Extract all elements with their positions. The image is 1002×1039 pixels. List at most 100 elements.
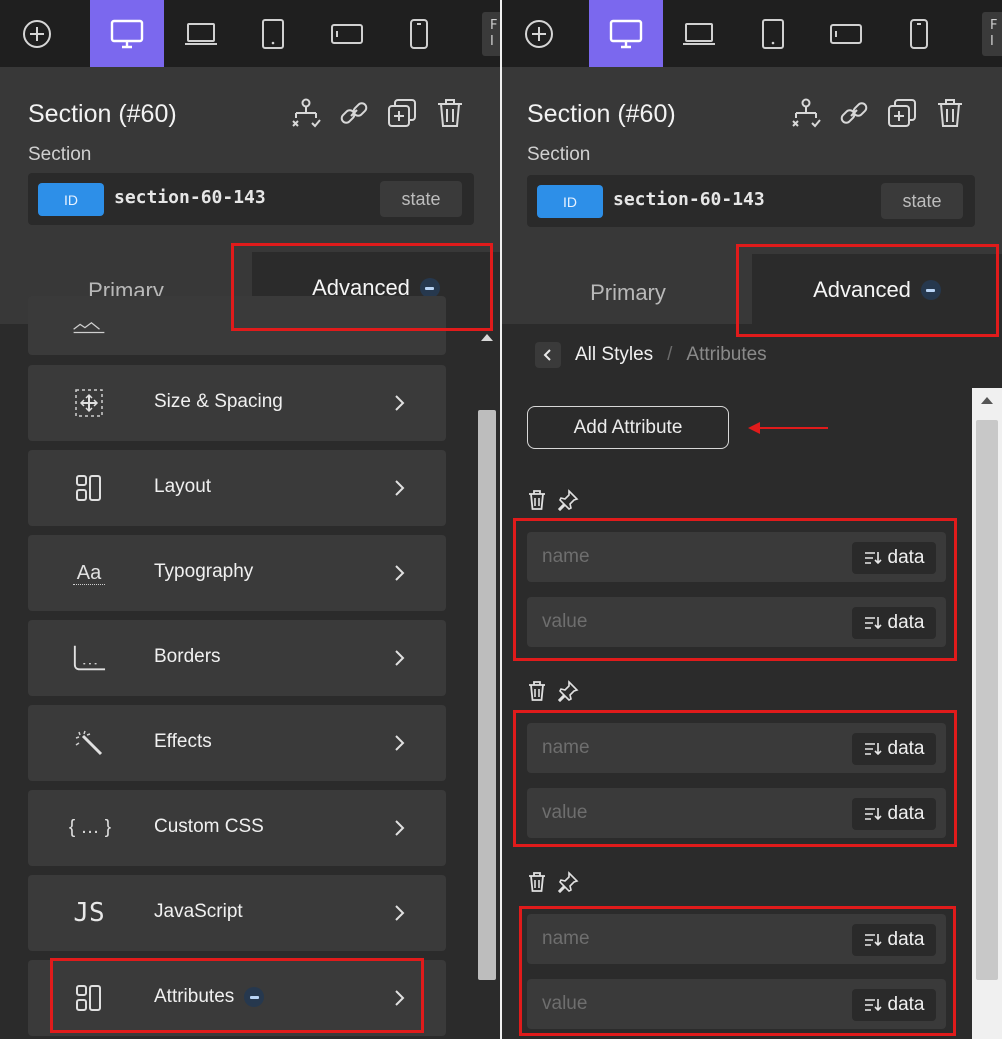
magic-wand-icon [72, 727, 106, 759]
structure-icon[interactable] [788, 95, 824, 131]
attribute-value-field[interactable]: value data [527, 597, 946, 647]
chevron-right-icon [394, 393, 406, 418]
link-icon[interactable] [836, 95, 872, 131]
scrollbar-thumb[interactable] [478, 410, 496, 980]
value-placeholder: value [542, 802, 588, 823]
add-element-button[interactable] [502, 0, 576, 67]
tab-advanced-label: Advanced [813, 277, 911, 302]
toolbar-overflow[interactable]: F I [482, 12, 500, 56]
plus-circle-icon [525, 19, 553, 48]
scroll-up-icon[interactable] [981, 397, 993, 404]
device-laptop-button[interactable] [662, 0, 736, 67]
dynamic-data-icon [864, 999, 882, 1012]
device-laptop-button[interactable] [164, 0, 238, 67]
device-tablet-landscape-button[interactable] [809, 0, 883, 67]
id-badge[interactable]: ID [537, 185, 603, 218]
pin-icon[interactable] [557, 489, 579, 511]
element-type: Section [28, 144, 92, 165]
modified-indicator [419, 278, 440, 298]
data-label: data [887, 994, 925, 1015]
typography-icon: Aa [72, 557, 106, 589]
scrollbar-thumb[interactable] [976, 420, 998, 980]
add-element-button[interactable] [0, 0, 74, 67]
add-attribute-button[interactable]: Add Attribute [527, 406, 729, 449]
element-header: Section (#60) Section ID section-60-143 … [0, 67, 500, 324]
scroll-up-icon[interactable] [481, 334, 493, 341]
list-item-borders[interactable]: Borders [28, 620, 446, 696]
laptop-icon [185, 22, 217, 45]
breadcrumb-all-styles[interactable]: All Styles [575, 344, 653, 366]
list-item-typography[interactable]: Aa Typography [28, 535, 446, 611]
trash-icon[interactable] [527, 489, 547, 511]
tab-advanced[interactable]: Advanced [752, 254, 1002, 326]
duplicate-icon[interactable] [384, 95, 420, 131]
dynamic-data-button[interactable]: data [852, 607, 936, 639]
structure-icon[interactable] [288, 95, 324, 131]
device-desktop-button[interactable] [90, 0, 164, 67]
trash-icon[interactable] [527, 680, 547, 702]
tab-primary[interactable]: Primary [502, 259, 754, 326]
dynamic-data-button[interactable]: data [852, 798, 936, 830]
desktop-icon [110, 19, 144, 48]
device-desktop-button[interactable] [589, 0, 663, 67]
breadcrumb-separator: / [667, 344, 673, 365]
list-item-custom-css[interactable]: { … } Custom CSS [28, 790, 446, 866]
layout-icon [72, 472, 106, 504]
dynamic-data-icon [864, 743, 882, 756]
dynamic-data-button[interactable]: data [852, 989, 936, 1021]
attribute-tools [527, 680, 579, 702]
dynamic-data-button[interactable]: data [852, 733, 936, 765]
device-tablet-button[interactable] [236, 0, 310, 67]
element-id-row: ID section-60-143 state [28, 173, 474, 225]
dynamic-data-icon [864, 617, 882, 630]
attribute-value-field[interactable]: value data [527, 788, 946, 838]
desktop-icon [609, 19, 643, 48]
attribute-name-field[interactable]: name data [527, 532, 946, 582]
back-button[interactable] [535, 342, 561, 368]
device-mobile-button[interactable] [882, 0, 956, 67]
list-item-label: JavaScript [154, 901, 243, 922]
list-item-effects[interactable]: Effects [28, 705, 446, 781]
device-mobile-button[interactable] [382, 0, 456, 67]
link-icon[interactable] [336, 95, 372, 131]
data-label: data [887, 612, 925, 633]
list-item-background[interactable] [28, 296, 446, 355]
element-id-value[interactable]: section-60-143 [613, 189, 765, 210]
trash-icon[interactable] [932, 95, 968, 131]
list-item-size-spacing[interactable]: Size & Spacing [28, 365, 446, 441]
dynamic-data-button[interactable]: data [852, 924, 936, 956]
tab-primary-label: Primary [590, 279, 666, 305]
pin-icon[interactable] [557, 871, 579, 893]
tablet-landscape-icon [830, 23, 862, 44]
device-tablet-landscape-button[interactable] [310, 0, 384, 67]
list-item-layout[interactable]: Layout [28, 450, 446, 526]
duplicate-icon[interactable] [884, 95, 920, 131]
tablet-landscape-icon [331, 23, 363, 44]
id-badge[interactable]: ID [38, 183, 104, 216]
device-tablet-button[interactable] [736, 0, 810, 67]
chevron-right-icon [394, 733, 406, 758]
element-type: Section [527, 144, 591, 165]
chevron-left-icon [543, 349, 551, 361]
attribute-name-field[interactable]: name data [527, 723, 946, 773]
trash-icon[interactable] [527, 871, 547, 893]
chevron-right-icon [394, 478, 406, 503]
state-button[interactable]: state [881, 183, 963, 219]
toolbar-overflow[interactable]: F I [982, 12, 1002, 56]
attribute-name-field[interactable]: name data [527, 914, 946, 964]
element-id-value[interactable]: section-60-143 [114, 187, 266, 208]
mobile-icon [910, 18, 928, 49]
state-button[interactable]: state [380, 181, 462, 217]
list-item-label: Custom CSS [154, 816, 264, 837]
list-item-attributes[interactable]: Attributes [28, 960, 446, 1036]
dynamic-data-icon [864, 552, 882, 565]
dynamic-data-icon [864, 934, 882, 947]
red-arrow-annotation [748, 422, 828, 434]
dynamic-data-button[interactable]: data [852, 542, 936, 574]
chevron-right-icon [394, 563, 406, 588]
pin-icon[interactable] [557, 680, 579, 702]
list-item-javascript[interactable]: JS JavaScript [28, 875, 446, 951]
laptop-icon [683, 22, 715, 45]
attribute-value-field[interactable]: value data [527, 979, 946, 1029]
trash-icon[interactable] [432, 95, 468, 131]
